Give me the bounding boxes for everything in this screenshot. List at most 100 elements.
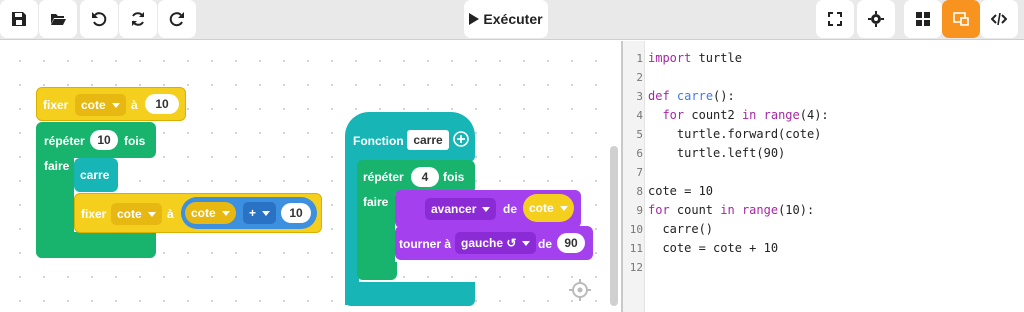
refresh-button[interactable]: [119, 0, 157, 38]
run-label: Exécuter: [483, 11, 543, 27]
call-carre-block[interactable]: carre: [74, 158, 118, 192]
forward-block[interactable]: avancer de cote: [395, 190, 581, 228]
code-line: 5 turtle.forward(cote): [623, 125, 1024, 144]
save-button[interactable]: [0, 0, 38, 38]
to-label-2: à: [167, 207, 174, 221]
code-text: for count in range(10):: [648, 203, 815, 217]
code-text: def carre():: [648, 89, 735, 103]
code-text: for count2 in range(4):: [662, 108, 829, 122]
forward-dropdown[interactable]: avancer: [425, 198, 497, 220]
code-line: 1 import turtle: [623, 49, 1024, 68]
caret-down-icon: [221, 210, 230, 216]
toolbar: Exécuter: [0, 0, 1024, 40]
open-button[interactable]: [39, 0, 77, 38]
code-view-icon: [991, 12, 1007, 26]
line-number: 9: [636, 204, 643, 217]
operator-dropdown[interactable]: +: [243, 202, 277, 224]
function-name-input[interactable]: carre: [407, 130, 449, 150]
repeat-label-2: répéter: [363, 170, 404, 184]
repeat-count-input-2[interactable]: 4: [411, 167, 439, 187]
fullscreen-button[interactable]: [816, 0, 854, 38]
code-view-button[interactable]: [980, 0, 1018, 38]
repeat-block-bottom: [36, 232, 156, 258]
call-label: carre: [80, 168, 110, 182]
turn-direction-dropdown[interactable]: gauche ↺: [455, 232, 537, 254]
code-line: 3 def carre():: [623, 87, 1024, 106]
line-number: 6: [636, 147, 643, 160]
forward-label: avancer: [431, 202, 477, 216]
line-number: 3: [636, 90, 643, 103]
operator-label: +: [249, 206, 257, 220]
value-input[interactable]: 10: [145, 94, 179, 114]
run-button[interactable]: Exécuter: [464, 0, 548, 38]
recenter-icon[interactable]: [568, 278, 592, 302]
refresh-icon: [132, 12, 144, 26]
repeat-suffix-2: fois: [443, 170, 465, 184]
set-variable-block[interactable]: fixer cote à 10: [36, 87, 186, 121]
blocks-view-button[interactable]: [904, 0, 942, 38]
redo-icon: [169, 12, 184, 27]
set-label-2: fixer: [81, 207, 107, 221]
code-line: 10 carre(): [623, 220, 1024, 239]
turn-direction-label: gauche ↺: [461, 236, 517, 250]
fullscreen-icon: [828, 12, 842, 26]
function-label: Fonction: [353, 134, 404, 148]
code-text: import turtle: [648, 51, 742, 65]
line-number: 10: [629, 223, 643, 236]
set-variable-block-2[interactable]: fixer cote à cote + 10: [74, 193, 322, 233]
line-number: 2: [636, 71, 643, 84]
forward-variable-dropdown[interactable]: cote: [523, 194, 574, 222]
forward-variable-name: cote: [529, 201, 554, 215]
add-parameter-icon[interactable]: [453, 131, 469, 147]
split-view-button[interactable]: [942, 0, 980, 38]
repeat-suffix: fois: [124, 134, 146, 148]
math-expression-block[interactable]: cote + 10: [181, 197, 317, 229]
variable-dropdown-2[interactable]: cote: [111, 203, 162, 225]
undo-icon: [92, 12, 107, 27]
expr-variable-dropdown[interactable]: cote: [185, 202, 236, 224]
turn-block[interactable]: tourner à gauche ↺ de 90: [395, 226, 593, 260]
expr-value-input[interactable]: 10: [281, 203, 311, 223]
do-label-2: faire: [363, 195, 389, 209]
caret-down-icon: [522, 240, 531, 246]
variable-name: cote: [81, 98, 106, 112]
expr-variable-name: cote: [191, 206, 216, 220]
repeat-label: répéter: [44, 134, 85, 148]
settings-button[interactable]: [857, 0, 895, 38]
variable-name-2: cote: [117, 207, 142, 221]
line-number: 7: [636, 166, 643, 179]
function-definition-block[interactable]: Fonction carre: [345, 112, 475, 162]
code-line: 8 cote = 10: [623, 182, 1024, 201]
code-text: carre(): [648, 222, 714, 236]
forward-de-label: de: [503, 202, 518, 216]
turn-value-input[interactable]: 90: [557, 233, 585, 253]
line-number: 8: [636, 185, 643, 198]
play-icon: [469, 13, 480, 25]
app-window: Exécuter fixer cote à 10 répéter 10 fois: [0, 0, 1024, 312]
redo-button[interactable]: [158, 0, 196, 38]
code-line: 11 cote = cote + 10: [623, 239, 1024, 258]
code-text: cote = 10: [648, 184, 714, 198]
line-number: 1: [636, 52, 643, 65]
caret-down-icon: [147, 211, 156, 217]
code-text: cote = cote + 10: [648, 241, 779, 255]
turn-de-label: de: [538, 237, 553, 251]
code-text: turtle.left(90): [648, 146, 786, 160]
code-line: 6 turtle.left(90): [623, 144, 1024, 163]
code-editor[interactable]: 1 import turtle 2 3 def carre(): 4 for c…: [623, 41, 1024, 312]
split-view-icon: [953, 12, 969, 26]
undo-button[interactable]: [80, 0, 118, 38]
caret-down-icon: [111, 102, 120, 108]
line-number: 11: [629, 242, 643, 255]
workspace-scrollbar[interactable]: [610, 146, 618, 306]
do-label: faire: [44, 159, 70, 173]
variable-dropdown[interactable]: cote: [75, 94, 126, 116]
repeat-count-input[interactable]: 10: [90, 130, 118, 150]
line-number: 4: [636, 109, 643, 122]
code-line: 12: [623, 258, 1024, 277]
set-label: fixer: [43, 98, 69, 112]
code-line: 4 for count2 in range(4):: [623, 106, 1024, 125]
function-block-bottom: [345, 282, 475, 306]
turn-label: tourner à: [399, 237, 452, 251]
caret-down-icon: [559, 205, 568, 211]
